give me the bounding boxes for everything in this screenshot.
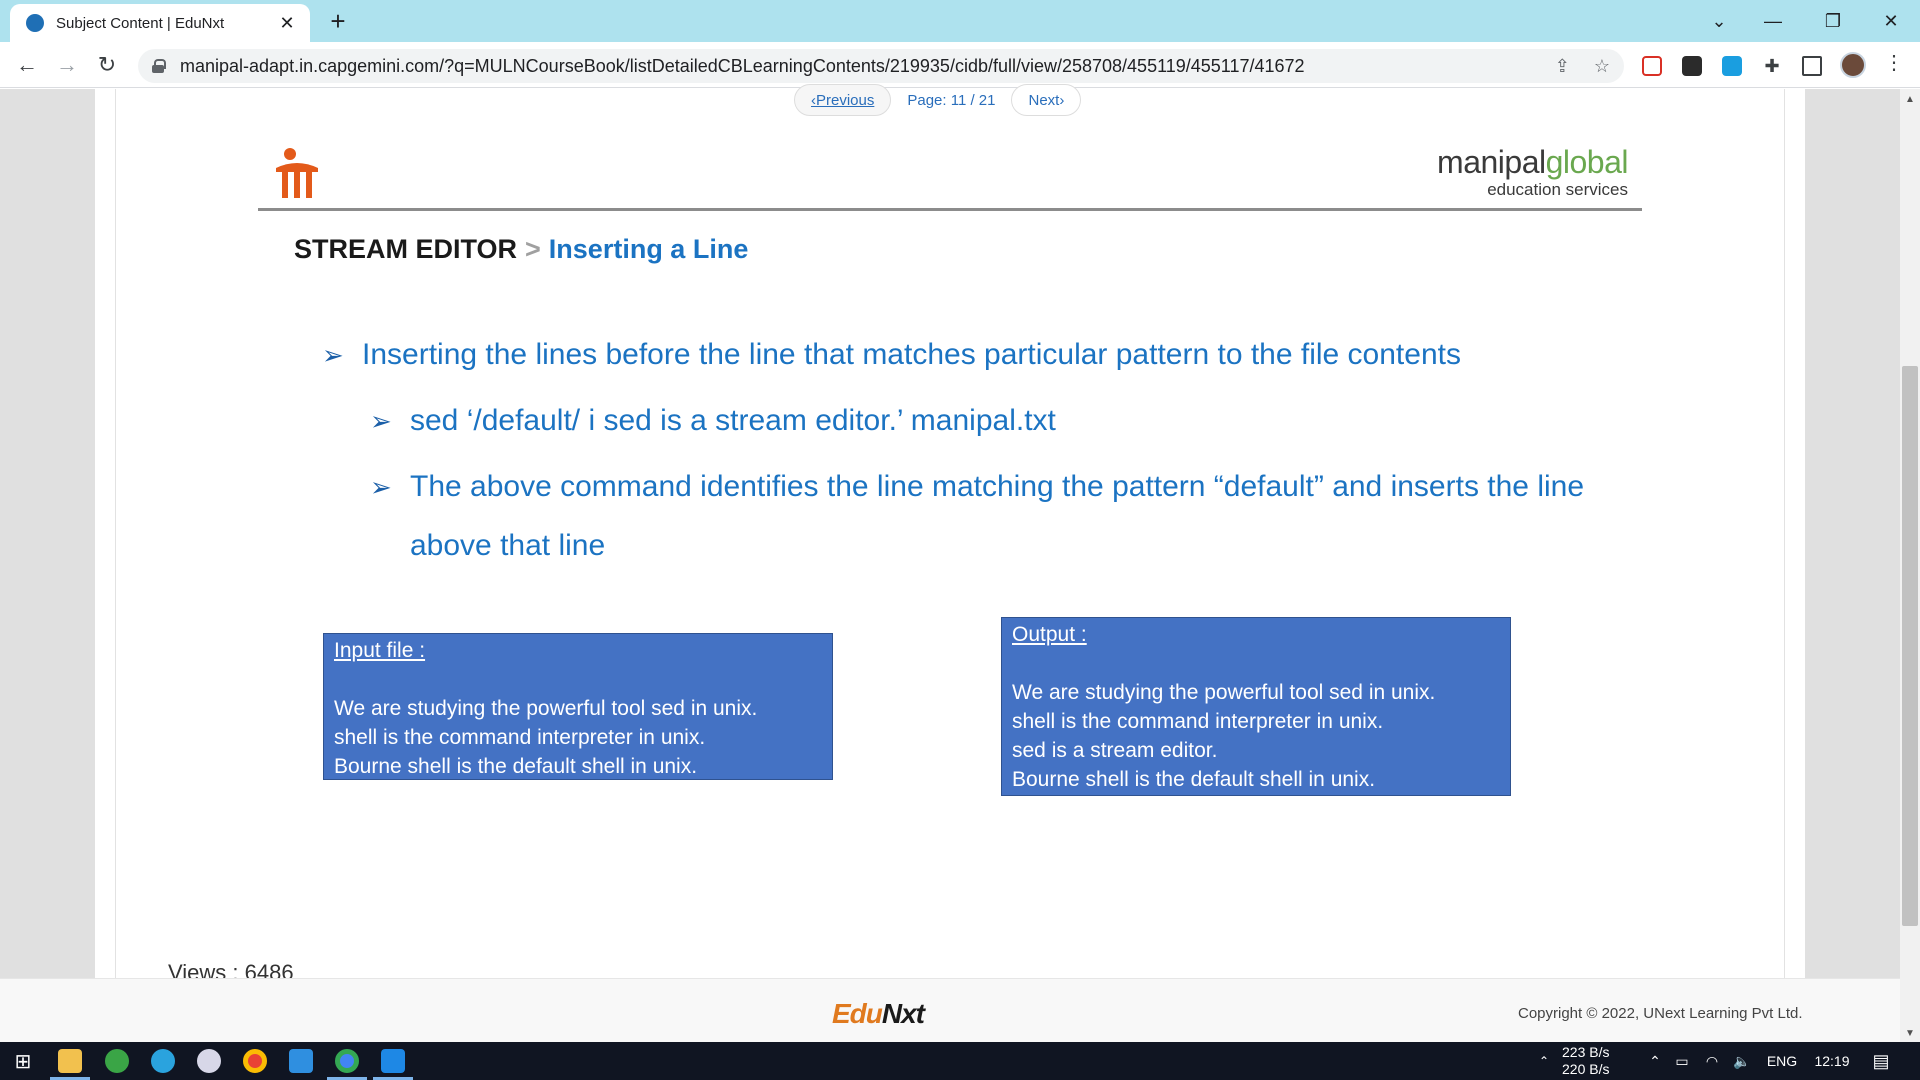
- s-extension-icon[interactable]: [1722, 56, 1742, 76]
- url-text[interactable]: manipal-adapt.in.capgemini.com/?q=MULNCo…: [180, 56, 1531, 77]
- share-icon[interactable]: ⇪: [1555, 56, 1570, 77]
- output-line: We are studying the powerful tool sed in…: [1012, 681, 1436, 704]
- slide-heading-sub: Inserting a Line: [548, 234, 749, 264]
- scroll-down-icon[interactable]: ▼: [1900, 1028, 1920, 1039]
- profile-avatar[interactable]: [1840, 52, 1866, 78]
- bullet-text: The above command identifies the line ma…: [410, 470, 1585, 503]
- windows-taskbar: [0, 1042, 1920, 1080]
- bullet-item: ➢ Inserting the lines before the line th…: [322, 326, 1461, 384]
- windows-start-icon[interactable]: ⊞: [8, 1042, 38, 1080]
- forward-icon[interactable]: →: [52, 50, 82, 80]
- brand-main-b: global: [1545, 144, 1629, 180]
- language-indicator[interactable]: ENG: [1762, 1042, 1802, 1080]
- extensions-puzzle-icon[interactable]: ✚: [1762, 56, 1782, 76]
- browser-tab[interactable]: Subject Content | EduNxt ✕: [10, 4, 310, 42]
- slide-heading: STREAM EDITOR > Inserting a Line: [294, 234, 748, 265]
- bullet-item: ➢ The above command identifies the line …: [370, 458, 1584, 516]
- scroll-up-icon[interactable]: ▲: [1900, 94, 1920, 105]
- close-window-button[interactable]: ✕: [1876, 6, 1906, 36]
- manipal-global-logo: manipalglobal education services: [1380, 144, 1628, 200]
- pocket-extension-icon[interactable]: [1642, 56, 1662, 76]
- show-hidden-icons-icon[interactable]: ⌃: [1644, 1042, 1666, 1080]
- app-icon[interactable]: [105, 1049, 129, 1073]
- bullet-text: Inserting the lines before the line that…: [362, 338, 1461, 371]
- input-file-line: We are studying the powerful tool sed in…: [334, 697, 758, 720]
- edunxt-logo-a: Edu: [832, 998, 883, 1029]
- manipal-logo-icon: [276, 148, 318, 198]
- page-indicator: Page: 11 / 21: [907, 91, 996, 109]
- back-icon[interactable]: ←: [12, 50, 42, 80]
- bullet-arrow-icon: ➢: [322, 340, 344, 370]
- output-line: sed is a stream editor.: [1012, 739, 1218, 762]
- tab-close-icon[interactable]: ✕: [276, 13, 298, 34]
- edunxt-favicon-icon: [26, 14, 44, 32]
- input-file-title: Input file :: [334, 639, 426, 662]
- browser-toolbar: ← → ↻ manipal-adapt.in.capgemini.com/?q=…: [0, 42, 1920, 88]
- input-file-line: Bourne shell is the default shell in uni…: [334, 755, 698, 778]
- battery-icon[interactable]: ▭: [1670, 1042, 1694, 1080]
- brand-main-a: manipal: [1437, 144, 1546, 180]
- menu-icon[interactable]: ⋮: [1884, 50, 1904, 75]
- output-box: Output : We are studying the powerful to…: [1001, 617, 1511, 796]
- chrome-icon[interactable]: [243, 1049, 267, 1073]
- bullet-text: above that line: [410, 529, 606, 562]
- scrollbar-thumb[interactable]: [1902, 366, 1918, 926]
- bookmark-star-icon[interactable]: ☆: [1594, 56, 1610, 77]
- bullet-text: sed ‘/default/ i sed is a stream editor.…: [410, 404, 1056, 437]
- photos-icon[interactable]: [381, 1049, 405, 1073]
- input-file-line: shell is the command interpreter in unix…: [334, 726, 706, 749]
- lock-icon[interactable]: [152, 59, 166, 73]
- bullet-arrow-icon: ➢: [370, 472, 392, 502]
- edunxt-logo: EduNxt: [832, 998, 925, 1030]
- side-panel-icon[interactable]: [1802, 56, 1822, 76]
- new-tab-button[interactable]: +: [324, 6, 352, 37]
- slide-heading-main: STREAM EDITOR: [294, 234, 518, 264]
- edunxt-logo-b: Nxt: [881, 998, 925, 1029]
- bullet-item: ➢ sed ‘/default/ i sed is a stream edito…: [370, 392, 1056, 450]
- bullet-item-continuation: above that line: [370, 517, 605, 575]
- net-up: 223 B/s: [1562, 1044, 1610, 1060]
- network-speed-chevron-icon[interactable]: ⌃: [1534, 1042, 1554, 1080]
- pager: ‹Previous Page: 11 / 21 Next›: [794, 84, 1082, 116]
- tab-title: Subject Content | EduNxt: [56, 14, 225, 32]
- output-line: Bourne shell is the default shell in uni…: [1012, 768, 1376, 791]
- vscode-icon[interactable]: [289, 1049, 313, 1073]
- notifications-icon[interactable]: ▤: [1864, 1042, 1898, 1080]
- bullet-arrow-icon: ➢: [370, 406, 392, 436]
- volume-icon[interactable]: 🔈: [1730, 1042, 1754, 1080]
- previous-button[interactable]: ‹Previous: [794, 84, 892, 116]
- network-speed: 223 B/s 220 B/s: [1562, 1044, 1609, 1078]
- reload-icon[interactable]: ↻: [92, 50, 122, 80]
- tab-search-chevron-icon[interactable]: ⌄: [1704, 6, 1734, 36]
- file-explorer-icon[interactable]: [58, 1049, 82, 1073]
- clock[interactable]: 12:19: [1806, 1042, 1858, 1080]
- restore-window-button[interactable]: ❐: [1818, 6, 1848, 36]
- wifi-icon[interactable]: ◠: [1700, 1042, 1724, 1080]
- input-file-box: Input file : We are studying the powerfu…: [323, 633, 833, 780]
- app-icon[interactable]: [197, 1049, 221, 1073]
- address-bar[interactable]: manipal-adapt.in.capgemini.com/?q=MULNCo…: [138, 49, 1624, 83]
- telegram-icon[interactable]: [151, 1049, 175, 1073]
- brand-sub: education services: [1487, 180, 1628, 199]
- slide-divider: [258, 208, 1642, 211]
- net-down: 220 B/s: [1562, 1061, 1610, 1077]
- browser-tab-strip: Subject Content | EduNxt ✕ + ⌄ — ❐ ✕: [0, 0, 1920, 42]
- slide-frame: [115, 89, 1785, 978]
- copyright-text: Copyright © 2022, UNext Learning Pvt Ltd…: [1518, 1005, 1803, 1022]
- slide-heading-separator: >: [525, 234, 541, 264]
- minimize-window-button[interactable]: —: [1758, 6, 1788, 36]
- extension-icon[interactable]: [1682, 56, 1702, 76]
- chrome-active-icon[interactable]: [335, 1049, 359, 1073]
- output-title: Output :: [1012, 623, 1087, 646]
- output-line: shell is the command interpreter in unix…: [1012, 710, 1384, 733]
- next-button[interactable]: Next›: [1011, 84, 1082, 116]
